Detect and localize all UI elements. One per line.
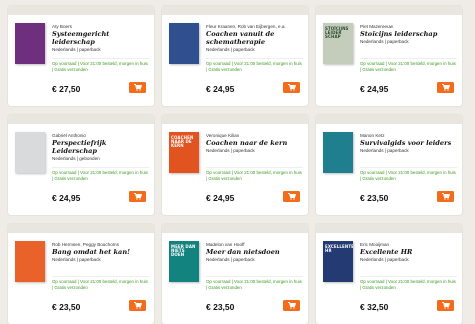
product-title[interactable]: Excellente HR <box>360 248 457 256</box>
cover-title: Meer dan niets doen <box>171 244 196 257</box>
add-to-cart-button[interactable] <box>437 300 454 311</box>
product-meta: Nederlands | paperback <box>360 39 409 44</box>
product-meta: Nederlands | paperback <box>360 148 409 153</box>
product-meta: Nederlands | paperback <box>360 257 409 262</box>
book-cover[interactable] <box>15 23 45 64</box>
product-info: Aty Boers Systeemgericht leiderschap Ned… <box>52 24 149 53</box>
product-meta: Nederlands | paperback <box>206 148 255 153</box>
product-card: Aty Boers Systeemgericht leiderschap Ned… <box>8 6 154 106</box>
cart-icon <box>441 302 450 309</box>
add-to-cart-button[interactable] <box>129 191 146 202</box>
product-meta: Nederlands | paperback <box>52 47 101 52</box>
product-info: Rob Hermsen, Peggy Bouchoms Bang omdat h… <box>52 242 149 263</box>
product-info: Eric Mooijman Excellente HR Nederlands |… <box>360 242 457 263</box>
add-to-cart-button[interactable] <box>437 82 454 93</box>
product-price: € 32,50 <box>360 302 389 312</box>
cart-icon <box>133 193 142 200</box>
cart-icon <box>287 193 296 200</box>
stock-status: Op voorraad | Voor 21:00 besteld, morgen… <box>206 276 303 291</box>
book-cover[interactable] <box>15 132 45 173</box>
product-price: € 24,95 <box>206 84 235 94</box>
product-meta: Nederlands | paperback <box>206 257 255 262</box>
cover-title: STOÏCIJNS LEIDER SCHAP <box>325 26 349 39</box>
product-card: Gabriël Anthonio Perspectief­rijk Leider… <box>8 115 154 215</box>
cover-title: EXCELLENTE HR <box>325 244 353 253</box>
product-title[interactable]: Survivalgids voor leiders <box>360 139 457 147</box>
product-info: Piet Mazereeuw Stoïcijns leiderschap Ned… <box>360 24 457 45</box>
product-card: Meer dan niets doen Madelon van Hooff Me… <box>162 224 308 324</box>
product-card: STOÏCIJNS LEIDER SCHAP Piet Mazereeuw St… <box>316 6 462 106</box>
cart-icon <box>441 84 450 91</box>
product-card: EXCELLENTE HR Eric Mooijman Excellente H… <box>316 224 462 324</box>
product-title[interactable]: Systeemgericht leiderschap <box>52 30 149 46</box>
book-cover[interactable]: Meer dan niets doen <box>169 241 199 282</box>
product-info: Manon Ketz Survivalgids voor leiders Ned… <box>360 133 457 154</box>
book-cover[interactable] <box>323 132 353 173</box>
cart-icon <box>133 84 142 91</box>
add-to-cart-button[interactable] <box>283 300 300 311</box>
stock-status: Op voorraad | Voor 21:00 besteld, morgen… <box>360 58 457 73</box>
product-info: Gabriël Anthonio Perspectief­rijk Leider… <box>52 133 149 162</box>
product-price: € 23,50 <box>52 302 81 312</box>
book-cover[interactable] <box>15 241 45 282</box>
product-grid: Aty Boers Systeemgericht leiderschap Ned… <box>8 6 462 324</box>
product-title[interactable]: Meer dan nietsdoen <box>206 248 303 256</box>
book-cover[interactable] <box>169 23 199 64</box>
stock-status: Op voorraad | Voor 21:00 besteld, morgen… <box>52 276 149 291</box>
add-to-cart-button[interactable] <box>283 82 300 93</box>
product-card: Manon Ketz Survivalgids voor leiders Ned… <box>316 115 462 215</box>
product-meta: Nederlands | gebonden <box>52 156 100 161</box>
product-title[interactable]: Coachen vanuit de schematherapie <box>206 30 303 46</box>
stock-status: Op voorraad | Voor 21:00 besteld, morgen… <box>206 167 303 182</box>
book-cover[interactable]: STOÏCIJNS LEIDER SCHAP <box>323 23 353 64</box>
add-to-cart-button[interactable] <box>283 191 300 202</box>
product-title[interactable]: Bang omdat het kan! <box>52 248 149 256</box>
stock-status: Op voorraad | Voor 21:00 besteld, morgen… <box>360 276 457 291</box>
book-cover[interactable]: COACHEN NAAR DE KERN <box>169 132 199 173</box>
add-to-cart-button[interactable] <box>129 82 146 93</box>
product-price: € 24,95 <box>360 84 389 94</box>
stock-status: Op voorraad | Voor 21:00 besteld, morgen… <box>52 58 149 73</box>
product-meta: Nederlands | paperback <box>206 47 255 52</box>
product-title[interactable]: Perspectief­rijk Leiderschap <box>52 139 149 155</box>
cart-icon <box>441 193 450 200</box>
product-title[interactable]: Stoïcijns leiderschap <box>360 30 457 38</box>
stock-status: Op voorraad | Voor 21:00 besteld, morgen… <box>206 58 303 73</box>
product-title[interactable]: Coachen naar de kern <box>206 139 303 147</box>
product-info: Veronique Kilian Coachen naar de kern Ne… <box>206 133 303 154</box>
product-price: € 24,95 <box>52 193 81 203</box>
cart-icon <box>287 84 296 91</box>
add-to-cart-button[interactable] <box>437 191 454 202</box>
product-info: Fleur Kraanen, Rob van Eijbergen, e.a. C… <box>206 24 303 53</box>
product-card: COACHEN NAAR DE KERN Veronique Kilian Co… <box>162 115 308 215</box>
product-price: € 23,50 <box>360 193 389 203</box>
stock-status: Op voorraad | Voor 21:00 besteld, morgen… <box>52 167 149 182</box>
product-price: € 27,50 <box>52 84 81 94</box>
stock-status: Op voorraad | Voor 21:00 besteld, morgen… <box>360 167 457 182</box>
add-to-cart-button[interactable] <box>129 300 146 311</box>
product-card: Rob Hermsen, Peggy Bouchoms Bang omdat h… <box>8 224 154 324</box>
product-info: Madelon van Hooff Meer dan nietsdoen Ned… <box>206 242 303 263</box>
product-meta: Nederlands | paperback <box>52 257 101 262</box>
book-cover[interactable]: EXCELLENTE HR <box>323 241 353 282</box>
cover-title: COACHEN NAAR DE KERN <box>171 135 194 148</box>
product-card: Fleur Kraanen, Rob van Eijbergen, e.a. C… <box>162 6 308 106</box>
product-price: € 24,95 <box>206 193 235 203</box>
product-price: € 23,50 <box>206 302 235 312</box>
cart-icon <box>133 302 142 309</box>
cart-icon <box>287 302 296 309</box>
